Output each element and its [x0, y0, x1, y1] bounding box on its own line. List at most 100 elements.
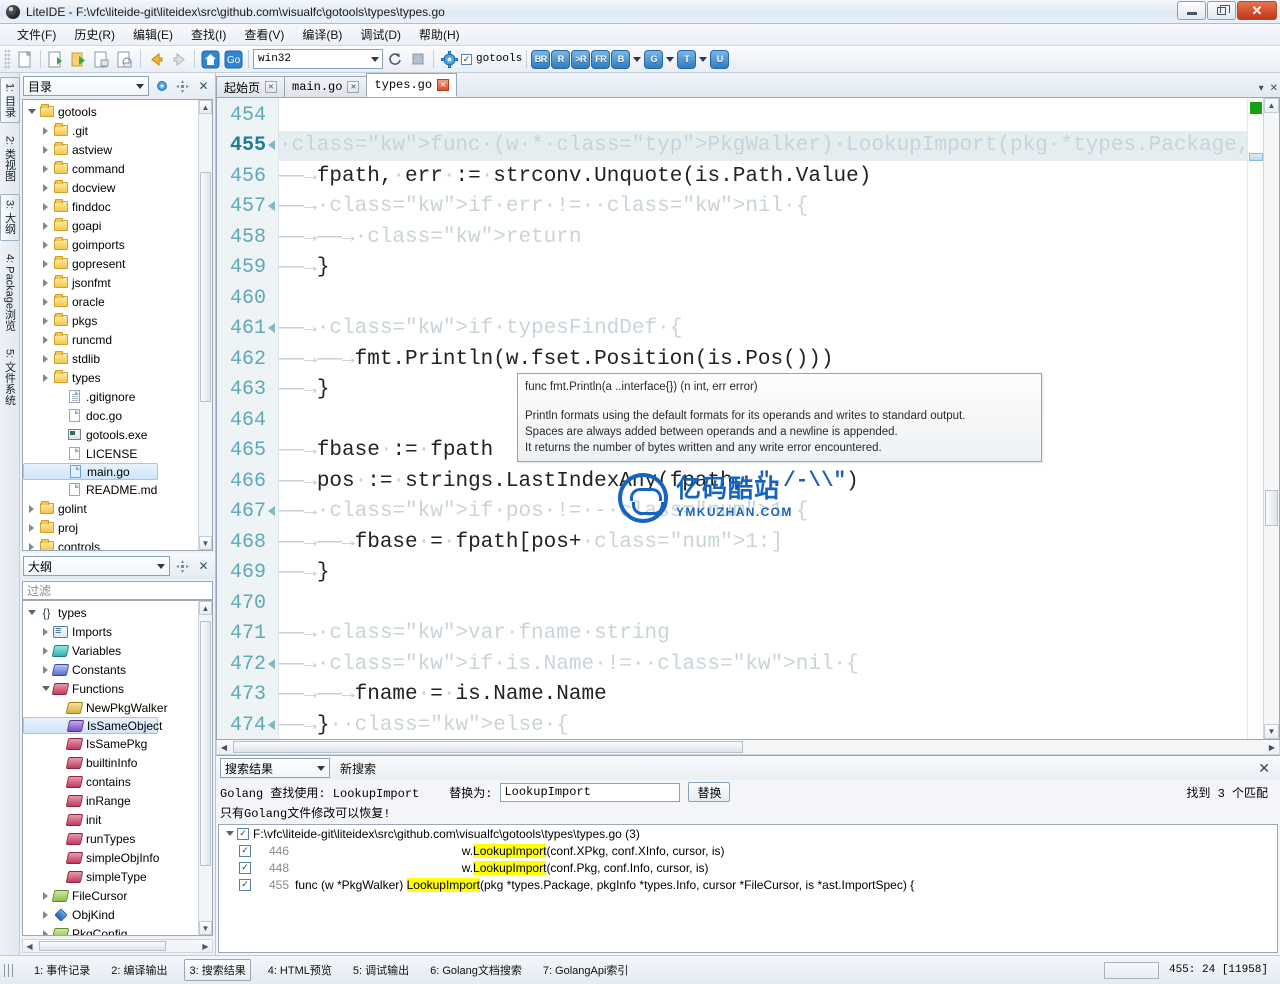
status-tab-3[interactable]: 4: HTML预览: [264, 960, 336, 980]
fold-marker-icon[interactable]: [266, 653, 276, 676]
file-tree-item-21[interactable]: golint: [23, 499, 198, 518]
search-result-row[interactable]: ✓448 w.LookupImport(conf.Pkg, conf.Info,…: [219, 859, 1277, 876]
file-tree-item-0[interactable]: gotools: [23, 102, 198, 121]
go-icon[interactable]: Go: [222, 48, 244, 70]
scroll-thumb[interactable]: [1265, 490, 1278, 526]
code-line-469[interactable]: ——→}: [279, 558, 1247, 589]
fold-marker-icon[interactable]: [266, 195, 276, 218]
chevron-right-icon[interactable]: [25, 505, 38, 513]
outline-item-13[interactable]: simpleObjInfo: [23, 848, 198, 867]
search-result-row[interactable]: ✓446 w.LookupImport(conf.XPkg, conf.XInf…: [219, 842, 1277, 859]
menu-item-7[interactable]: 帮助(H): [410, 24, 469, 45]
code-line-468[interactable]: ——→——→fbase·=·fpath[pos+·class="num">1:]: [279, 527, 1247, 558]
code-line-459[interactable]: ——→}: [279, 253, 1247, 284]
new-search-button[interactable]: 新搜索: [340, 760, 376, 777]
outline-item-6[interactable]: IsSameObject: [23, 717, 158, 734]
file-tree-item-7[interactable]: goimports: [23, 235, 198, 254]
chevron-right-icon[interactable]: [39, 374, 52, 382]
file-tree-item-9[interactable]: jsonfmt: [23, 273, 198, 292]
open-folder-icon[interactable]: [68, 48, 90, 70]
scroll-down-icon[interactable]: ▼: [1264, 724, 1279, 739]
file-tree-item-13[interactable]: stdlib: [23, 349, 198, 368]
scroll-right-icon[interactable]: ▶: [1265, 740, 1279, 754]
environment-combo[interactable]: win32: [253, 49, 383, 69]
search-results-list[interactable]: ✓ F:\vfc\liteide-git\liteidex\src\github…: [218, 824, 1278, 953]
file-tree-item-22[interactable]: proj: [23, 518, 198, 537]
file-tree-item-23[interactable]: controls: [23, 537, 198, 550]
result-checkbox[interactable]: ✓: [239, 862, 251, 874]
search-panel-combo[interactable]: 搜索结果: [220, 758, 330, 778]
chevron-down-icon[interactable]: [633, 57, 641, 62]
scroll-down-icon[interactable]: ▼: [199, 536, 212, 550]
chevron-down-icon[interactable]: [25, 610, 38, 615]
status-tab-5[interactable]: 6: Golang文档搜索: [426, 960, 526, 980]
code-line-470[interactable]: [279, 588, 1247, 619]
menu-item-4[interactable]: 查看(V): [235, 24, 293, 45]
status-tab-4[interactable]: 5: 调试输出: [349, 960, 413, 980]
settings-icon[interactable]: [438, 48, 460, 70]
chevron-down-icon[interactable]: [226, 831, 234, 836]
gotools-badge-t[interactable]: T: [677, 50, 696, 69]
gotools-badge-g[interactable]: G: [644, 50, 663, 69]
chevron-down-icon[interactable]: [666, 57, 674, 62]
result-checkbox[interactable]: ✓: [239, 845, 251, 857]
chevron-right-icon[interactable]: [39, 222, 52, 230]
status-tab-0[interactable]: 1: 事件记录: [30, 960, 94, 980]
chevron-right-icon[interactable]: [39, 184, 52, 192]
chevron-right-icon[interactable]: [25, 543, 38, 551]
replace-button[interactable]: 替换: [688, 782, 730, 802]
scroll-thumb[interactable]: [200, 621, 211, 866]
gotools-checkbox[interactable]: ✓: [461, 54, 472, 65]
file-tree-item-10[interactable]: oracle: [23, 292, 198, 311]
outline-item-3[interactable]: Constants: [23, 660, 198, 679]
scroll-left-icon[interactable]: ◀: [217, 740, 231, 754]
fold-marker-icon[interactable]: [266, 500, 276, 523]
status-tab-1[interactable]: 2: 编译输出: [107, 960, 171, 980]
outline-filter-input[interactable]: 过滤: [22, 581, 213, 600]
code-line-474[interactable]: ——→}··class="kw">else·{: [279, 710, 1247, 739]
chevron-right-icon[interactable]: [25, 524, 38, 532]
file-tree-item-20[interactable]: README.md: [23, 480, 198, 499]
close-tab-icon[interactable]: ✕: [265, 81, 277, 93]
gotools-badge-xr[interactable]: >R: [571, 50, 590, 69]
close-search-panel-icon[interactable]: ✕: [1258, 760, 1276, 777]
menu-item-5[interactable]: 编译(B): [293, 24, 351, 45]
menu-item-6[interactable]: 调试(D): [351, 24, 410, 45]
gotools-badge-b[interactable]: B: [611, 50, 630, 69]
scroll-up-icon[interactable]: ▲: [199, 601, 212, 615]
chevron-right-icon[interactable]: [39, 666, 52, 674]
editor-tab-2[interactable]: types.go✕: [366, 73, 457, 97]
file-tree-item-8[interactable]: gopresent: [23, 254, 198, 273]
file-tree-item-17[interactable]: gotools.exe: [23, 425, 198, 444]
status-tab-6[interactable]: 7: GolangApi索引: [539, 960, 633, 980]
outline-item-8[interactable]: builtinInfo: [23, 753, 198, 772]
code-line-454[interactable]: [279, 100, 1247, 131]
code-line-461[interactable]: ——→·class="kw">if·typesFindDef·{: [279, 314, 1247, 345]
forward-icon[interactable]: [168, 48, 190, 70]
outline-item-4[interactable]: Functions: [23, 679, 198, 698]
menu-item-3[interactable]: 查找(I): [182, 24, 235, 45]
minimize-button[interactable]: [1177, 1, 1206, 20]
outline-item-12[interactable]: runTypes: [23, 829, 198, 848]
scroll-right-icon[interactable]: ▶: [199, 940, 212, 952]
menu-item-1[interactable]: 历史(R): [65, 24, 124, 45]
file-panel-combo[interactable]: 目录: [23, 76, 149, 96]
editor-hscrollbar[interactable]: ◀ ▶: [216, 740, 1280, 755]
result-checkbox[interactable]: ✓: [237, 828, 249, 840]
chevron-right-icon[interactable]: [39, 892, 52, 900]
sidebar-tab-1[interactable]: 2: 类视图: [1, 131, 19, 186]
chevron-right-icon[interactable]: [39, 628, 52, 636]
close-outline-panel-icon[interactable]: ✕: [195, 558, 212, 575]
file-tree-item-5[interactable]: finddoc: [23, 197, 198, 216]
file-tree-item-18[interactable]: LICENSE: [23, 444, 198, 463]
file-tree-item-2[interactable]: astview: [23, 140, 198, 159]
scroll-down-icon[interactable]: ▼: [199, 921, 212, 935]
chevron-right-icon[interactable]: [39, 355, 52, 363]
outline-item-1[interactable]: Imports: [23, 622, 198, 641]
replace-input[interactable]: LookupImport: [500, 783, 680, 802]
search-result-row[interactable]: ✓455func (w *PkgWalker) LookupImport(pkg…: [219, 876, 1277, 893]
gotools-badge-r[interactable]: R: [551, 50, 570, 69]
toolbar-grip[interactable]: [4, 49, 11, 69]
sidebar-tab-0[interactable]: 1: 目录: [0, 77, 20, 123]
scroll-up-icon[interactable]: ▲: [1264, 98, 1279, 113]
